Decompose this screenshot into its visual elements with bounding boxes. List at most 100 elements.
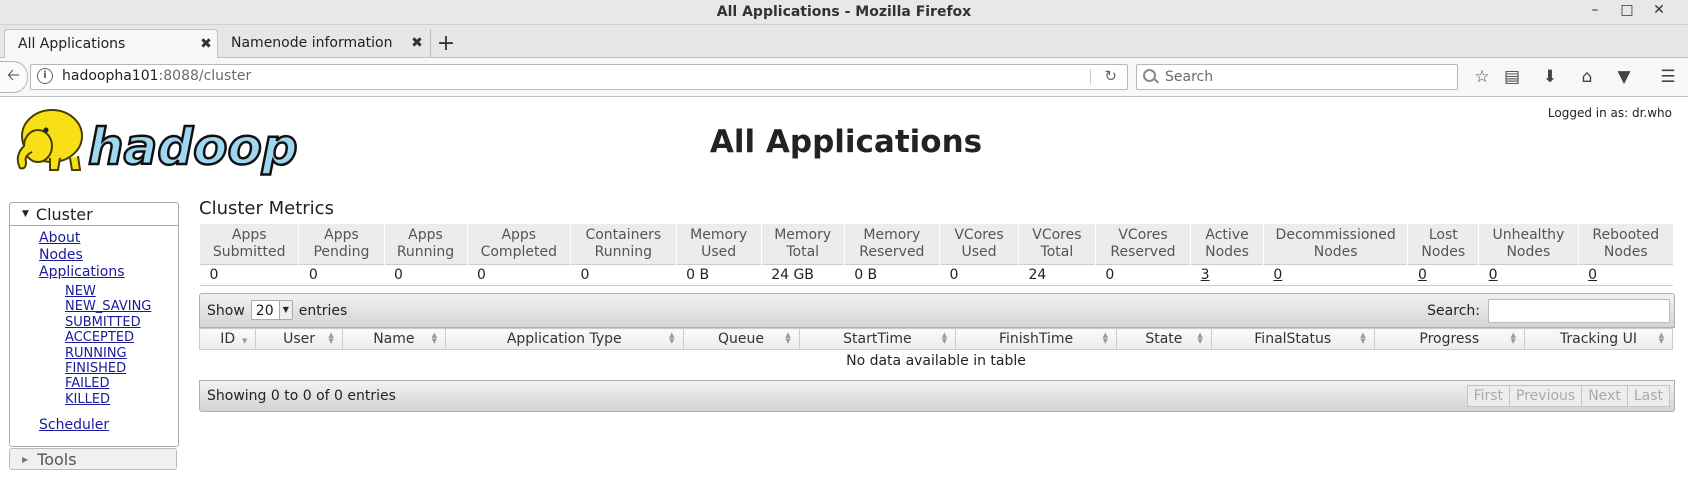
sidebar-link-killed[interactable]: KILLED [65, 392, 151, 407]
metric-value-link[interactable]: 0 [1588, 267, 1597, 283]
metric-header: Lost Nodes [1407, 224, 1479, 265]
close-tab-icon[interactable]: ✖ [195, 36, 217, 52]
sidebar-link-scheduler[interactable]: Scheduler [39, 417, 109, 433]
metric-header-line: Running [396, 244, 455, 260]
metric-header-line: Submitted [212, 244, 286, 260]
table-toolbar: Show 20 ▼ entries Search: [199, 293, 1675, 328]
column-header-label: FinishTime [998, 331, 1074, 347]
column-header[interactable]: State ▲ ▼ [1115, 328, 1212, 350]
page-size-select[interactable]: 20 ▼ [250, 300, 293, 320]
search-bar[interactable] [1136, 64, 1458, 90]
metric-header: VCores Total [1017, 224, 1096, 265]
column-header-label: FinalStatus [1254, 331, 1332, 347]
collapsed-triangle-icon: ▶ [22, 454, 29, 464]
pager-previous-button[interactable]: Previous [1509, 385, 1583, 407]
metric-header: Active Nodes [1190, 224, 1264, 265]
sidebar-link-new-saving[interactable]: NEW_SAVING [65, 299, 151, 314]
new-tab-icon[interactable]: + [430, 29, 461, 57]
column-header[interactable]: StartTime ▲ ▼ [798, 328, 957, 350]
column-header[interactable]: Tracking UI ▲ ▼ [1523, 328, 1674, 350]
metric-header: Apps Submitted [198, 224, 299, 265]
table-search-input[interactable] [1488, 299, 1670, 323]
sort-icon: ▲ ▼ [785, 331, 791, 345]
close-icon[interactable]: ✕ [1652, 2, 1666, 18]
column-header[interactable]: Application Type ▲ ▼ [445, 328, 684, 350]
metric-value-link[interactable]: 0 [1418, 267, 1427, 283]
tools-section-header[interactable]: ▶ Tools [9, 448, 177, 470]
application-state-links: NEW NEW_SAVING SUBMITTED ACCEPTED RUNNIN… [65, 284, 151, 407]
sidebar-link-failed[interactable]: FAILED [65, 376, 151, 391]
metric-value-link[interactable]: 0 [1489, 267, 1498, 283]
tab-namenode-information[interactable]: Namenode information ✖ [218, 29, 428, 57]
applications-table: ID ▼ User ▲ ▼ Name ▲ ▼ Application Type ▲ ▼ Queue ▲ ▼… [198, 328, 1674, 371]
site-info-icon[interactable]: i [37, 68, 53, 84]
column-header-label: Application Type [506, 331, 622, 347]
column-header[interactable]: Name ▲ ▼ [341, 328, 447, 350]
search-input[interactable] [1163, 67, 1447, 87]
sort-icon: ▼ [242, 337, 248, 345]
sidebar-link-nodes[interactable]: Nodes [39, 247, 125, 264]
sort-icon: ▲ ▼ [669, 331, 675, 345]
metric-value: 0 [384, 264, 468, 286]
metric-header: VCores Reserved [1094, 224, 1191, 265]
column-header[interactable]: FinalStatus ▲ ▼ [1210, 328, 1375, 350]
tab-label: All Applications [18, 36, 126, 52]
sidebar-link-new[interactable]: NEW [65, 284, 151, 299]
url-text[interactable]: hadoopha101:8088/cluster [62, 68, 251, 84]
column-header[interactable]: ID ▼ [198, 328, 257, 350]
pager-last-button[interactable]: Last [1626, 385, 1670, 407]
metric-value-link[interactable]: 0 [1273, 267, 1282, 283]
maximize-icon[interactable]: □ [1620, 2, 1634, 18]
window-titlebar: All Applications - Mozilla Firefox – □ ✕ [0, 0, 1688, 25]
sidebar-link-finished[interactable]: FINISHED [65, 361, 151, 376]
metric-value: 0 [1578, 264, 1673, 286]
pocket-icon[interactable]: ▼ [1614, 67, 1634, 87]
column-header-label: Progress [1419, 331, 1480, 347]
search-icon [1143, 69, 1156, 82]
cluster-section-header[interactable]: ▼ Cluster [10, 203, 178, 226]
sort-icon: ▲ ▼ [328, 331, 334, 345]
metric-value-link[interactable]: 3 [1201, 267, 1210, 283]
metric-header-line: Apps [324, 227, 359, 243]
download-icon[interactable]: ⬇ [1540, 67, 1560, 87]
close-tab-icon[interactable]: ✖ [406, 35, 428, 51]
tools-label: Tools [37, 449, 77, 469]
tab-label: Namenode information [231, 35, 393, 51]
metric-header-line: Lost [1428, 227, 1458, 243]
sidebar-link-about[interactable]: About [39, 230, 125, 247]
entries-label: entries [298, 303, 348, 319]
back-arrow-icon[interactable]: 🡠 [0, 61, 28, 93]
sidebar-link-applications[interactable]: Applications [39, 264, 125, 281]
sidebar-link-submitted[interactable]: SUBMITTED [65, 315, 151, 330]
bookmarks-library-icon[interactable]: ▤ [1502, 67, 1522, 87]
column-header[interactable]: FinishTime ▲ ▼ [955, 328, 1117, 350]
expanded-triangle-icon: ▼ [22, 209, 29, 219]
column-header[interactable]: Progress ▲ ▼ [1373, 328, 1525, 350]
metric-header: Memory Used [675, 224, 762, 265]
sidebar-link-accepted[interactable]: ACCEPTED [65, 330, 151, 345]
metric-header: Containers Running [570, 224, 677, 265]
sidebar-link-running[interactable]: RUNNING [65, 346, 151, 361]
home-icon[interactable]: ⌂ [1577, 67, 1597, 87]
metric-value: 0 [570, 264, 677, 286]
metric-header-line: VCores [954, 227, 1004, 243]
column-header[interactable]: Queue ▲ ▼ [682, 328, 800, 350]
metric-value: 0 [298, 264, 384, 286]
menu-icon[interactable]: ☰ [1658, 67, 1678, 87]
pager-next-button[interactable]: Next [1581, 385, 1628, 407]
metric-value: 0 [939, 264, 1019, 286]
page-title-text: All Applications [709, 124, 983, 160]
column-header-label: ID [220, 331, 236, 347]
metric-header-line: Reserved [859, 244, 925, 260]
column-header[interactable]: User ▲ ▼ [255, 328, 343, 350]
metric-header-line: Completed [480, 244, 557, 260]
minimize-icon[interactable]: – [1588, 2, 1602, 18]
metric-value: 0 B [844, 264, 940, 286]
metric-header-line: Containers [585, 227, 662, 243]
pager-first-button[interactable]: First [1466, 385, 1511, 407]
url-bar[interactable]: i hadoopha101:8088/cluster ↻ [30, 64, 1128, 90]
tab-all-applications[interactable]: All Applications ✖ [4, 29, 218, 58]
reload-icon[interactable]: ↻ [1104, 67, 1117, 85]
bookmark-star-icon[interactable]: ☆ [1472, 67, 1492, 87]
metric-header-line: Unhealthy [1492, 227, 1565, 243]
